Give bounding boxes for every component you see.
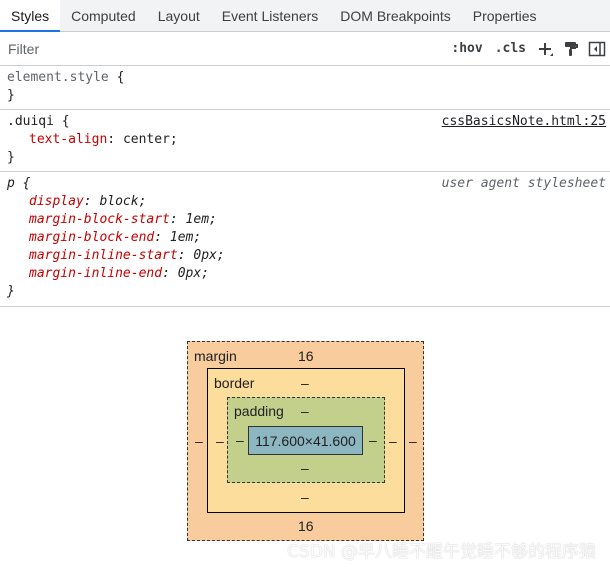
rule-p-user-agent: user agent stylesheet p { display: block… <box>0 172 610 307</box>
paint-format-icon[interactable] <box>558 37 584 61</box>
property-name: margin-inline-start <box>29 248 178 263</box>
rule-source-link[interactable]: cssBasicsNote.html:25 <box>442 113 606 131</box>
colon: : <box>169 212 186 227</box>
padding-label: padding <box>234 403 284 419</box>
filter-input[interactable] <box>4 35 446 62</box>
cls-button[interactable]: .cls <box>489 37 532 61</box>
tab-computed[interactable]: Computed <box>60 0 147 31</box>
property-value: 0px <box>193 248 217 263</box>
box-model-diagram: margin 16 16 – – border – – – – padding … <box>0 307 610 561</box>
padding-right-value[interactable]: – <box>369 432 377 448</box>
property-value: block <box>99 194 139 209</box>
rule-selector: p <box>7 176 15 191</box>
declaration: text-align: center; <box>7 131 604 149</box>
margin-bottom-value[interactable]: 16 <box>298 518 314 534</box>
toggle-sidebar-icon[interactable] <box>584 37 610 61</box>
border-left-value[interactable]: – <box>216 433 224 449</box>
tab-styles[interactable]: Styles <box>0 0 61 32</box>
property-name: display <box>29 194 84 209</box>
property-name: margin-block-start <box>29 212 170 227</box>
close-brace: } <box>7 150 15 165</box>
tab-event-listeners[interactable]: Event Listeners <box>211 0 330 31</box>
colon: : <box>162 266 178 281</box>
devtools-tabbar: Styles Computed Layout Event Listeners D… <box>0 0 610 32</box>
content-size[interactable]: 117.600×41.600 <box>255 433 356 449</box>
declaration: margin-block-start: 1em; <box>7 211 604 229</box>
rule-source-label: user agent stylesheet <box>441 176 606 191</box>
declaration: margin-inline-end: 0px; <box>7 265 604 283</box>
rule-duiqi: cssBasicsNote.html:25 .duiqi { text-alig… <box>0 110 610 172</box>
property-name: margin-inline-end <box>29 266 163 281</box>
border-right-value[interactable]: – <box>389 433 397 449</box>
box-model-border[interactable]: border – – – – padding – – – – 117.600×4… <box>207 368 405 513</box>
open-brace: { <box>61 114 70 129</box>
plus-icon[interactable] <box>532 37 558 61</box>
box-model-padding[interactable]: padding – – – – 117.600×41.600 <box>227 397 385 483</box>
open-brace: { <box>22 176 31 191</box>
property-value: 0px <box>177 266 202 281</box>
padding-bottom-value[interactable]: – <box>301 460 309 476</box>
tab-layout[interactable]: Layout <box>147 0 211 31</box>
declaration: margin-inline-start: 0px; <box>7 247 604 265</box>
semicolon: ; <box>201 266 210 281</box>
declaration: display: block; <box>7 193 604 211</box>
rule-selector[interactable]: element.style <box>7 70 109 85</box>
property-name: margin-block-end <box>29 230 155 245</box>
semicolon: ; <box>169 132 178 147</box>
colon: : <box>83 194 100 209</box>
property-value: 1em <box>185 212 210 227</box>
border-label: border <box>214 375 255 391</box>
property-value[interactable]: center <box>123 132 170 147</box>
semicolon: ; <box>138 194 147 209</box>
open-brace: { <box>116 70 125 85</box>
property-name[interactable]: text-align <box>29 132 107 147</box>
property-value: 1em <box>169 230 194 245</box>
margin-top-value[interactable]: 16 <box>298 348 314 364</box>
border-bottom-value[interactable]: – <box>301 489 309 505</box>
border-top-value[interactable]: – <box>301 375 309 391</box>
margin-right-value[interactable]: – <box>409 433 417 449</box>
padding-top-value[interactable]: – <box>301 403 309 419</box>
close-brace: } <box>7 88 15 103</box>
colon: : <box>154 230 170 245</box>
margin-left-value[interactable]: – <box>195 433 203 449</box>
rule-selector[interactable]: .duiqi <box>7 114 54 129</box>
box-model-margin[interactable]: margin 16 16 – – border – – – – padding … <box>187 341 424 541</box>
rule-element-style: element.style { } <box>0 66 610 110</box>
semicolon: ; <box>216 248 225 263</box>
declaration: margin-block-end: 1em; <box>7 229 604 247</box>
margin-label: margin <box>194 348 237 364</box>
padding-left-value[interactable]: – <box>236 432 244 448</box>
colon: : <box>107 132 123 147</box>
styles-toolbar: :hov .cls <box>0 32 610 66</box>
hov-button[interactable]: :hov <box>445 37 488 61</box>
semicolon: ; <box>193 230 202 245</box>
tab-properties[interactable]: Properties <box>462 0 548 31</box>
colon: : <box>177 248 194 263</box>
tab-dom-breakpoints[interactable]: DOM Breakpoints <box>329 0 461 31</box>
box-model-content[interactable]: 117.600×41.600 <box>248 426 363 455</box>
close-brace: } <box>7 284 15 299</box>
semicolon: ; <box>209 212 217 227</box>
